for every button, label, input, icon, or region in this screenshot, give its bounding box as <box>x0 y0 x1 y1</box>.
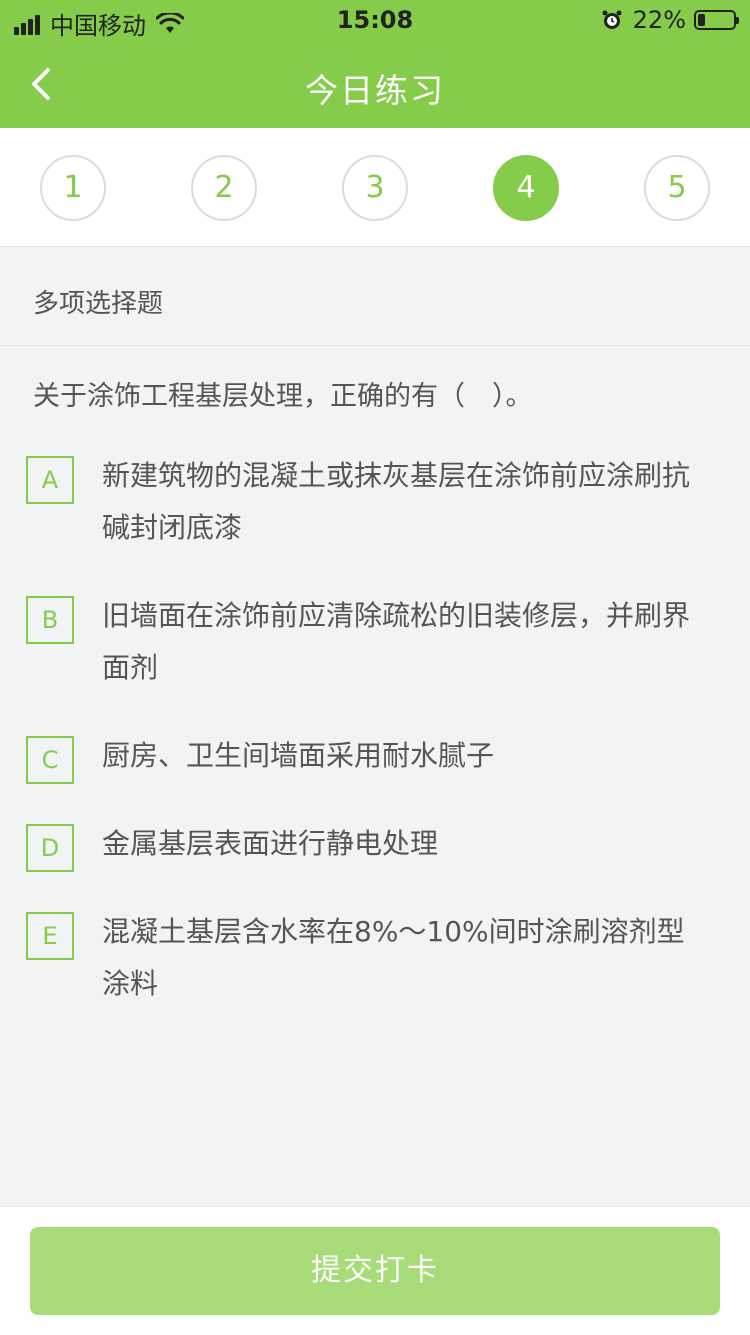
status-bar: 中国移动 15:08 22% <box>0 0 750 40</box>
option-c-letter[interactable]: C <box>26 736 74 784</box>
submit-button[interactable]: 提交打卡 <box>30 1227 720 1315</box>
option-b-text[interactable]: 旧墙面在涂饰前应清除疏松的旧装修层，并刷界面剂 <box>102 590 712 694</box>
footer: 提交打卡 <box>0 1206 750 1335</box>
alarm-icon <box>602 10 622 29</box>
battery-percent: 22% <box>632 6 686 34</box>
step-4-button[interactable]: 4 <box>493 155 559 221</box>
option-a-text[interactable]: 新建筑物的混凝土或抹灰基层在涂饰前应涂刷抗碱封闭底漆 <box>102 450 712 554</box>
battery-icon <box>694 10 739 30</box>
status-right: 22% <box>601 6 739 34</box>
option-e-text[interactable]: 混凝土基层含水率在8%～10%间时涂刷溶剂型涂料 <box>102 906 712 1010</box>
step-1-button[interactable]: 1 <box>40 155 106 221</box>
question-type-bar: 多项选择题 <box>0 247 750 346</box>
header: 中国移动 15:08 22% 今日练习 <box>0 0 750 128</box>
option-a-letter[interactable]: A <box>26 456 74 504</box>
option-b-letter[interactable]: B <box>26 596 74 644</box>
question-type-label: 多项选择题 <box>33 289 164 319</box>
step-3-button[interactable]: 3 <box>342 155 408 221</box>
option-e-letter[interactable]: E <box>26 912 74 960</box>
option-c-text[interactable]: 厨房、卫生间墙面采用耐水腻子 <box>102 730 712 782</box>
step-5-button[interactable]: 5 <box>644 155 710 221</box>
option-d-text[interactable]: 金属基层表面进行静电处理 <box>102 818 712 870</box>
question-text: 关于涂饰工程基层处理，正确的有（ ）。 <box>33 381 533 412</box>
nav-bar: 今日练习 <box>0 40 750 128</box>
question-stepper: 1 2 3 4 5 <box>0 128 750 247</box>
page-title: 今日练习 <box>305 71 445 110</box>
option-d-letter[interactable]: D <box>26 824 74 872</box>
battery-level <box>698 14 705 26</box>
step-2-button[interactable]: 2 <box>191 155 257 221</box>
